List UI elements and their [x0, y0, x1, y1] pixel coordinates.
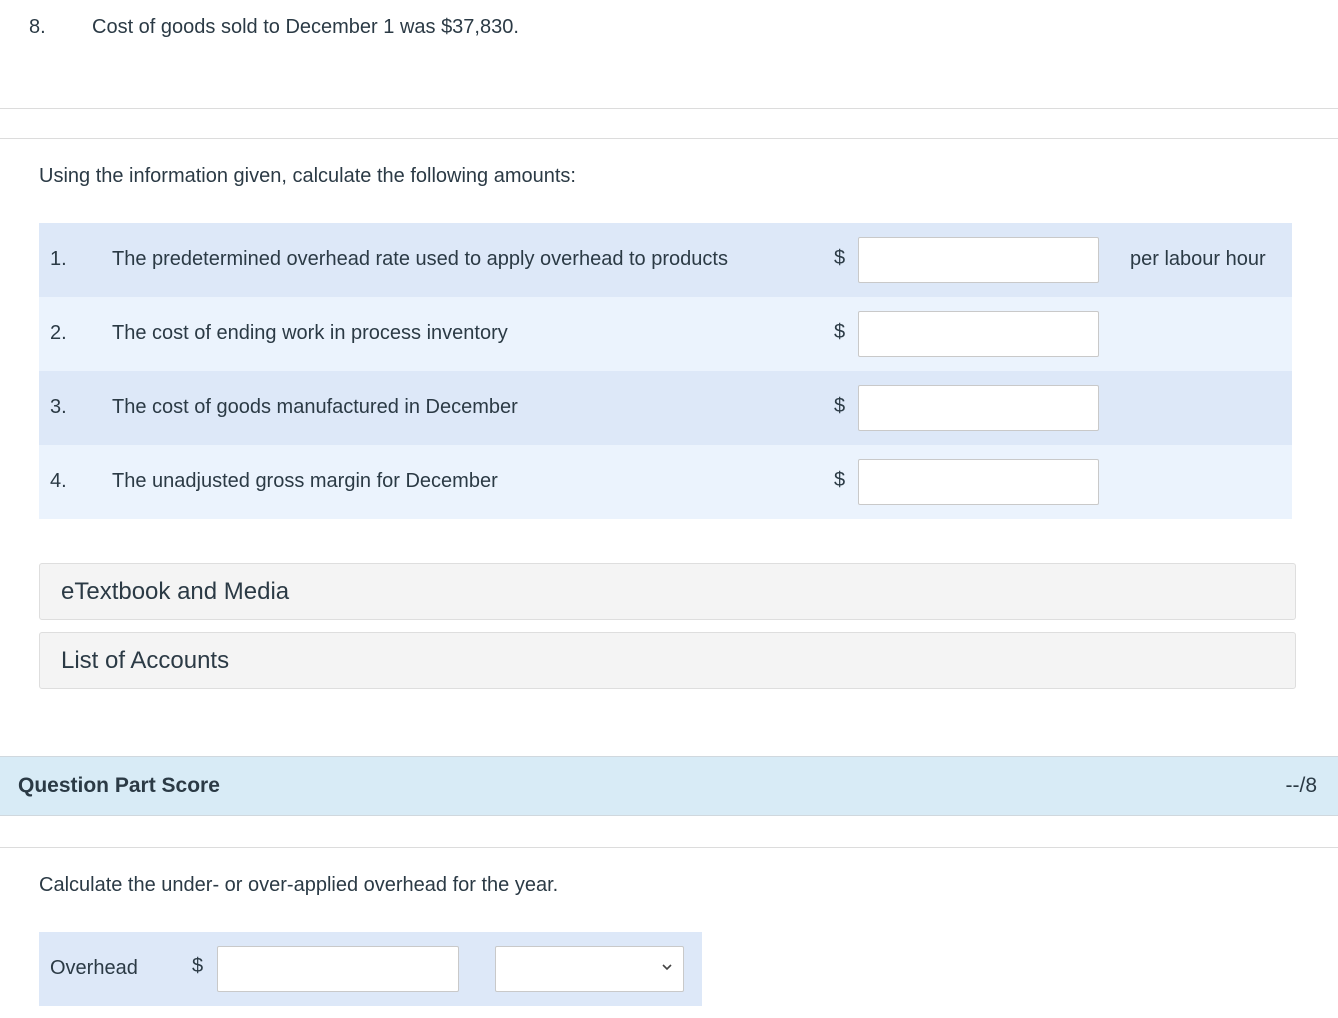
overhead-label: Overhead	[50, 957, 138, 979]
part2-instruction: Calculate the under- or over-applied ove…	[39, 874, 559, 896]
row-label: The cost of ending work in process inven…	[112, 322, 508, 344]
overhead-rate-input[interactable]	[858, 237, 1099, 283]
overhead-amount-input[interactable]	[217, 946, 459, 992]
dollar-sign: $	[192, 955, 204, 977]
divider	[0, 847, 1338, 848]
row-label: The unadjusted gross margin for December	[112, 470, 498, 492]
list-of-accounts-toggle[interactable]: List of Accounts	[39, 632, 1296, 689]
list-of-accounts-label: List of Accounts	[61, 647, 230, 674]
answer-row: 1. The predetermined overhead rate used …	[39, 223, 1292, 297]
previous-info-item: 8. Cost of goods sold to December 1 was …	[0, 0, 1338, 109]
info-item-text: Cost of goods sold to December 1 was $37…	[92, 16, 519, 38]
dollar-sign: $	[834, 321, 846, 343]
cogm-input[interactable]	[858, 385, 1099, 431]
dollar-sign: $	[834, 395, 846, 417]
answer-row: 2. The cost of ending work in process in…	[39, 297, 1292, 371]
question-part-score-bar: Question Part Score --/8	[0, 756, 1338, 816]
row-number: 3.	[50, 396, 67, 418]
row-number: 1.	[50, 248, 67, 270]
row-number: 4.	[50, 470, 67, 492]
gross-margin-input[interactable]	[858, 459, 1099, 505]
info-item-number: 8.	[29, 16, 46, 38]
answer-table: 1. The predetermined overhead rate used …	[39, 223, 1292, 519]
divider	[0, 138, 1338, 139]
applied-type-select[interactable]	[495, 946, 684, 992]
dollar-sign: $	[834, 469, 846, 491]
chevron-down-icon	[662, 964, 672, 971]
row-number: 2.	[50, 322, 67, 344]
unit-label: per labour hour	[1130, 248, 1266, 270]
overhead-row: Overhead $	[39, 932, 702, 1006]
answer-row: 3. The cost of goods manufactured in Dec…	[39, 371, 1292, 445]
dollar-sign: $	[834, 247, 846, 269]
etextbook-media-label: eTextbook and Media	[61, 578, 290, 605]
score-title: Question Part Score	[18, 774, 220, 797]
row-label: The predetermined overhead rate used to …	[112, 248, 728, 270]
score-value: --/8	[1285, 774, 1318, 797]
answer-row: 4. The unadjusted gross margin for Decem…	[39, 445, 1292, 519]
etextbook-media-toggle[interactable]: eTextbook and Media	[39, 563, 1296, 620]
row-label: The cost of goods manufactured in Decemb…	[112, 396, 518, 418]
ending-wip-input[interactable]	[858, 311, 1099, 357]
part1-instruction: Using the information given, calculate t…	[39, 165, 576, 187]
